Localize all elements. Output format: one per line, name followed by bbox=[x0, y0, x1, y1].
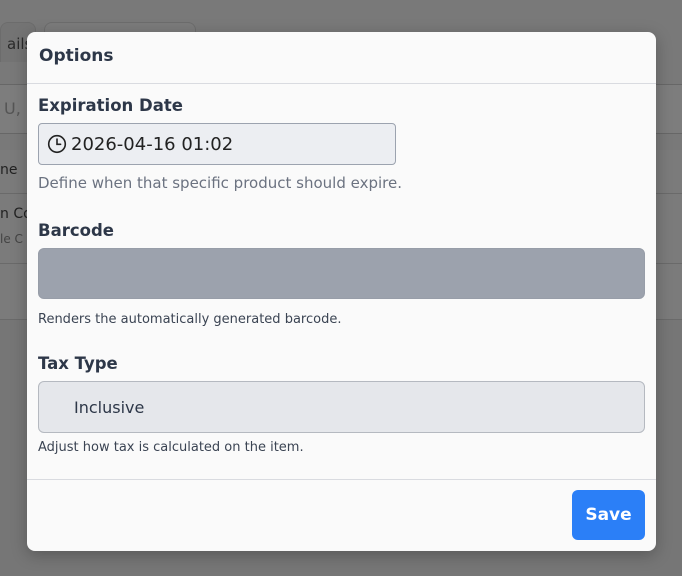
modal-footer: Save bbox=[27, 479, 656, 551]
modal-body: Expiration Date 2026-04-16 01:02 Define … bbox=[27, 84, 656, 455]
expiration-date-label: Expiration Date bbox=[38, 96, 183, 115]
modal-header: Options bbox=[27, 32, 656, 84]
tax-type-label: Tax Type bbox=[38, 354, 118, 373]
expiration-date-help: Define when that specific product should… bbox=[38, 174, 402, 192]
tax-type-select[interactable]: Inclusive bbox=[38, 381, 645, 433]
modal-title: Options bbox=[39, 46, 114, 66]
expiration-date-value: 2026-04-16 01:02 bbox=[71, 133, 234, 155]
barcode-help: Renders the automatically generated barc… bbox=[38, 312, 342, 327]
tax-type-value: Inclusive bbox=[74, 397, 145, 417]
barcode-label: Barcode bbox=[38, 221, 114, 240]
barcode-display bbox=[38, 248, 645, 299]
clock-icon bbox=[47, 134, 67, 154]
save-button[interactable]: Save bbox=[572, 490, 645, 540]
options-modal: Options Expiration Date 2026-04-16 01:02… bbox=[27, 32, 656, 551]
tax-type-help: Adjust how tax is calculated on the item… bbox=[38, 440, 304, 455]
expiration-date-input[interactable]: 2026-04-16 01:02 bbox=[38, 123, 396, 165]
